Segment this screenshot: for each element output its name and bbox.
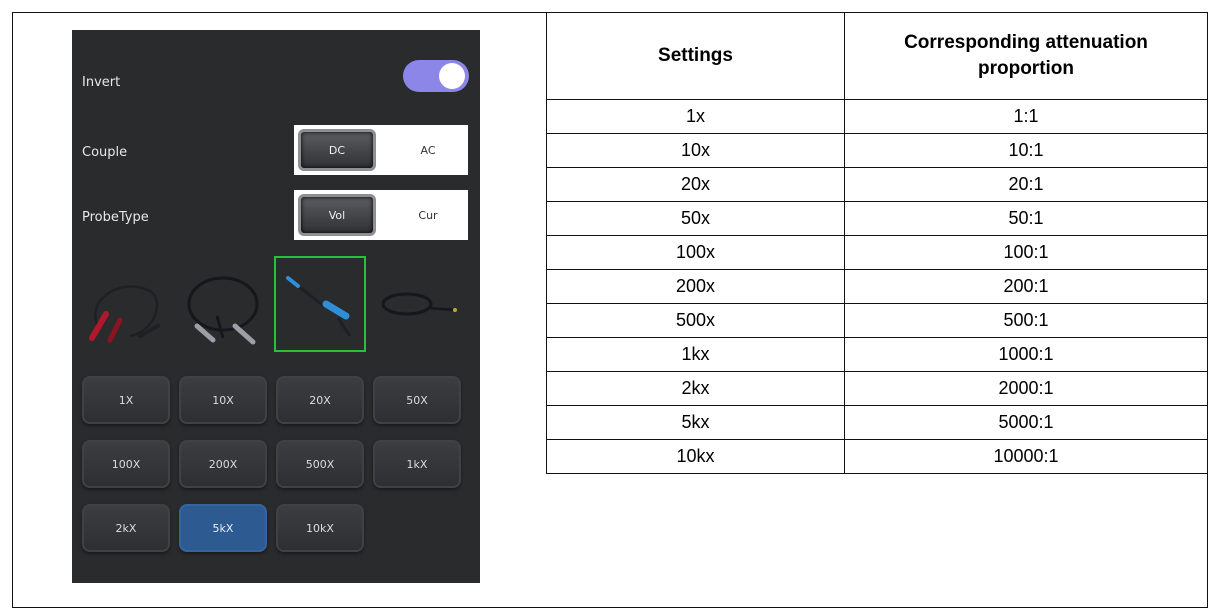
table-row: 20x 20:1 — [546, 167, 1208, 202]
attenuation-header: Corresponding attenuation proportion — [844, 12, 1208, 100]
table-row: 10kx 10000:1 — [546, 439, 1208, 474]
couple-segmented-control: DC AC — [294, 125, 468, 175]
multiplier-10x-button[interactable]: 10X — [179, 376, 267, 424]
couple-ac-button[interactable]: AC — [388, 125, 468, 175]
proportion-cell: 200:1 — [844, 269, 1208, 304]
red-clip-probe-icon[interactable] — [80, 256, 172, 352]
channel-settings-panel: Invert Couple DC AC ProbeType Vol Cur 1X… — [72, 30, 480, 583]
table-row: 100x 100:1 — [546, 235, 1208, 270]
blue-tip-probe-icon[interactable] — [274, 256, 366, 352]
proportion-cell: 100:1 — [844, 235, 1208, 270]
proportion-cell: 1:1 — [844, 99, 1208, 134]
probe-type-cur-button[interactable]: Cur — [388, 190, 468, 240]
table-row: 1x 1:1 — [546, 99, 1208, 134]
multiplier-50x-button[interactable]: 50X — [373, 376, 461, 424]
multiplier-100x-button[interactable]: 100X — [82, 440, 170, 488]
attenuation-table: Settings Corresponding attenuation propo… — [546, 12, 1208, 474]
setting-cell: 10x — [546, 133, 845, 168]
invert-toggle[interactable] — [403, 60, 469, 92]
table-row: 2kx 2000:1 — [546, 371, 1208, 406]
multiplier-2kx-button[interactable]: 2kX — [82, 504, 170, 552]
proportion-cell: 10:1 — [844, 133, 1208, 168]
setting-cell: 5kx — [546, 405, 845, 440]
black-clip-probe-icon[interactable] — [177, 256, 269, 352]
multiplier-10kx-button[interactable]: 10kX — [276, 504, 364, 552]
invert-label: Invert — [82, 75, 121, 90]
toggle-knob — [439, 63, 465, 89]
settings-header: Settings — [546, 12, 845, 100]
probe-type-label: ProbeType — [82, 210, 149, 225]
table-header-row: Settings Corresponding attenuation propo… — [546, 12, 1208, 100]
proportion-cell: 500:1 — [844, 303, 1208, 338]
setting-cell: 1kx — [546, 337, 845, 372]
table-row: 10x 10:1 — [546, 133, 1208, 168]
couple-label: Couple — [82, 145, 128, 160]
probe-type-segmented-control: Vol Cur — [294, 190, 468, 240]
proportion-cell: 50:1 — [844, 201, 1208, 236]
multiplier-1kx-button[interactable]: 1kX — [373, 440, 461, 488]
table-row: 5kx 5000:1 — [546, 405, 1208, 440]
coiled-cable-probe-icon[interactable] — [371, 256, 463, 352]
table-row: 200x 200:1 — [546, 269, 1208, 304]
setting-cell: 200x — [546, 269, 845, 304]
setting-cell: 20x — [546, 167, 845, 202]
multiplier-5kx-button[interactable]: 5kX — [179, 504, 267, 552]
multiplier-200x-button[interactable]: 200X — [179, 440, 267, 488]
setting-cell: 500x — [546, 303, 845, 338]
multiplier-20x-button[interactable]: 20X — [276, 376, 364, 424]
proportion-cell: 5000:1 — [844, 405, 1208, 440]
setting-cell: 100x — [546, 235, 845, 270]
proportion-cell: 2000:1 — [844, 371, 1208, 406]
setting-cell: 2kx — [546, 371, 845, 406]
table-row: 50x 50:1 — [546, 201, 1208, 236]
setting-cell: 1x — [546, 99, 845, 134]
proportion-cell: 1000:1 — [844, 337, 1208, 372]
couple-dc-button[interactable]: DC — [298, 129, 376, 171]
attenuation-header-text: Corresponding attenuation proportion — [904, 32, 1148, 79]
multiplier-1x-button[interactable]: 1X — [82, 376, 170, 424]
setting-cell: 50x — [546, 201, 845, 236]
probe-type-vol-button[interactable]: Vol — [298, 194, 376, 236]
setting-cell: 10kx — [546, 439, 845, 474]
table-row: 500x 500:1 — [546, 303, 1208, 338]
table-row: 1kx 1000:1 — [546, 337, 1208, 372]
proportion-cell: 10000:1 — [844, 439, 1208, 474]
multiplier-500x-button[interactable]: 500X — [276, 440, 364, 488]
proportion-cell: 20:1 — [844, 167, 1208, 202]
